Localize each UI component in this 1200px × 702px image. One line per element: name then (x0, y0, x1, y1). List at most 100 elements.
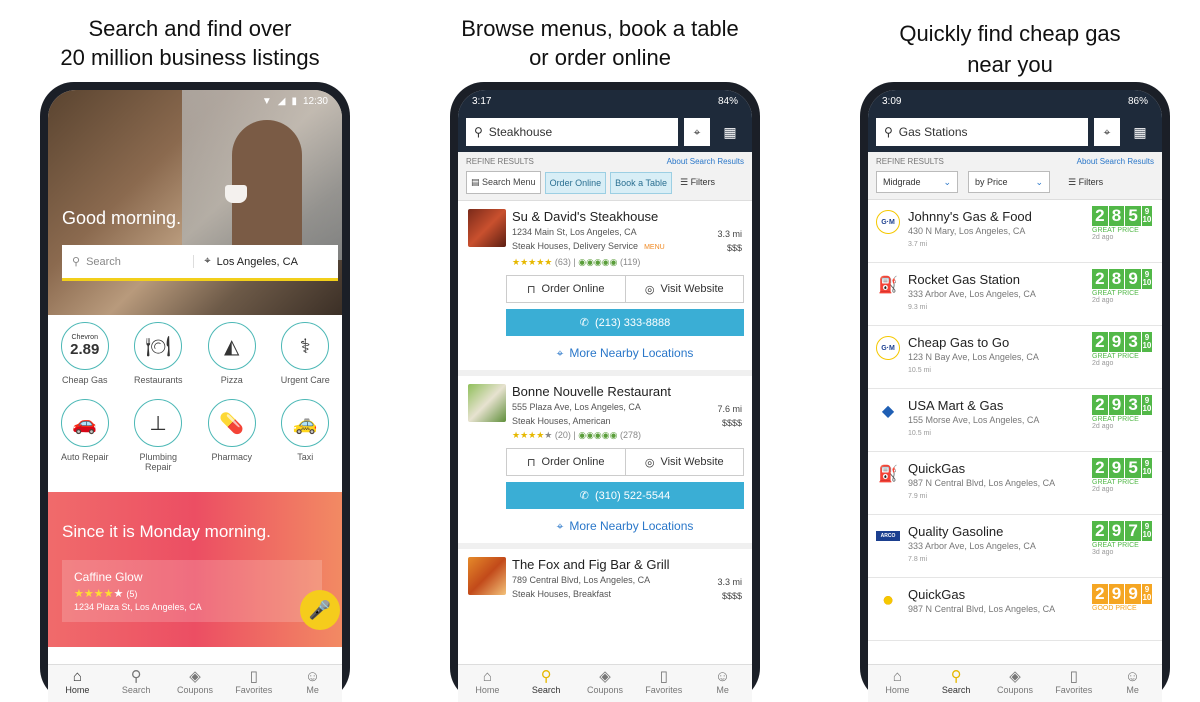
visit-website-button[interactable]: ◎ Visit Website (624, 276, 744, 302)
tab-favorites[interactable]: ▯ Favorites (1044, 665, 1103, 702)
tab-coupons[interactable]: ◈ Coupons (986, 665, 1045, 702)
tab-home[interactable]: ⌂ Home (458, 665, 517, 702)
filters-button[interactable]: ☰ Filters (1068, 177, 1103, 188)
coupon-icon: ◈ (599, 668, 611, 685)
listing[interactable]: The Fox and Fig Bar & Grill 789 Central … (458, 549, 752, 601)
filters-button[interactable]: ☰ Filters (680, 177, 715, 188)
price-digits: 2 9 5 9 10 (1092, 458, 1152, 478)
category-cheap-gas[interactable]: Chevron 2.89 Cheap Gas (48, 322, 122, 385)
clock: 3:17 (472, 95, 492, 107)
globe-icon: ◎ (644, 283, 655, 296)
phone-icon: ✆ (579, 317, 589, 329)
listing[interactable]: Su & David's Steakhouse 1234 Main St, Lo… (458, 201, 752, 376)
column-restaurants: Browse menus, book a table or order onli… (410, 0, 790, 702)
sort-select[interactable]: by Price ⌄ (968, 171, 1050, 193)
takeout-icon: ⊓ (526, 456, 536, 469)
coupon-icon: ◈ (1009, 668, 1021, 685)
headline-home: Search and find over 20 million business… (60, 16, 320, 70)
bookmark-icon: ▯ (1069, 668, 1078, 685)
search-header: ⚲ Steakhouse ⌖ ▦ (458, 112, 752, 152)
signal-icon: ◢ (277, 95, 286, 107)
chip-book-table[interactable]: Book a Table (610, 171, 672, 194)
about-results-link[interactable]: About Search Results (667, 157, 744, 166)
tab-coupons[interactable]: ◈ Coupons (576, 665, 635, 702)
column-gas: Quickly find cheap gas near you 3:09 86%… (820, 0, 1200, 702)
category-restaurants[interactable]: 🍽 Restaurants (122, 322, 196, 385)
category-urgent-care[interactable]: ⚕ Urgent Care (269, 322, 343, 385)
map-icon: ▦ (1133, 123, 1147, 140)
listing[interactable]: Bonne Nouvelle Restaurant 555 Plaza Ave,… (458, 376, 752, 549)
map-button[interactable]: ▦ (1126, 118, 1154, 146)
gas-station-row[interactable]: ARCO Quality Gasoline 333 Arbor Ave, Los A… (868, 515, 1162, 578)
price-digits: 2 9 7 9 10 (1092, 521, 1152, 541)
gas-station-row[interactable]: ⛽ QuickGas 987 N Central Blvd, Los Angeles… (868, 452, 1162, 515)
tripadvisor-icon: ◉◉◉◉◉ (578, 430, 618, 440)
gas-station-row[interactable]: G·M Cheap Gas to Go 123 N Bay Ave, Los Ang… (868, 326, 1162, 389)
tab-favorites[interactable]: ▯ Favorites (224, 665, 283, 702)
map-button[interactable]: ▦ (716, 118, 744, 146)
pill-icon: 💊 (219, 412, 245, 435)
column-home: Search and find over 20 million business… (0, 0, 380, 702)
tab-me[interactable]: ☺ Me (1103, 665, 1162, 702)
tab-favorites[interactable]: ▯ Favorites (634, 665, 693, 702)
rating-row: ★★★★★ (63) | ◉◉◉◉◉ (119) (512, 257, 641, 267)
order-online-button[interactable]: ⊓ Order Online (507, 276, 625, 302)
gas-station-row[interactable]: G·M Johnny's Gas & Food 430 N Mary, Los An… (868, 200, 1162, 263)
location-button[interactable]: ⌖ (1094, 118, 1120, 146)
tab-coupons[interactable]: ◈ Coupons (166, 665, 225, 702)
more-locations-link[interactable]: ⌖ More Nearby Locations (506, 509, 744, 543)
gas-pump-icon: ⛽ (878, 277, 898, 294)
chip-order-online[interactable]: Order Online (544, 171, 607, 194)
price-board: 2 8 9 9 10 GREAT PRICE 2d ago (1092, 269, 1152, 304)
search-input[interactable]: ⚲ Steakhouse (466, 118, 678, 146)
category-pizza[interactable]: ◭ Pizza (195, 322, 269, 385)
voice-search-button[interactable]: 🎤 (300, 590, 340, 630)
tab-search[interactable]: ⚲ Search (927, 665, 986, 702)
order-online-button[interactable]: ⊓ Order Online (507, 449, 625, 475)
category-auto-repair[interactable]: 🚗 Auto Repair (48, 399, 122, 472)
category-plumbing-repair[interactable]: ⊥ Plumbing Repair (122, 399, 196, 472)
category-pharmacy[interactable]: 💊 Pharmacy (195, 399, 269, 472)
bookmark-icon: ▯ (249, 668, 258, 685)
about-results-link[interactable]: About Search Results (1077, 157, 1154, 166)
headline-gas: Quickly find cheap gas near you (899, 21, 1121, 77)
gas-station-row[interactable]: ● QuickGas 987 N Central Blvd, Los Angeles… (868, 578, 1162, 641)
grade-select[interactable]: Midgrade ⌄ (876, 171, 958, 193)
tab-home[interactable]: ⌂ Home (868, 665, 927, 702)
person-icon: ☺ (714, 668, 731, 685)
gas-station-row[interactable]: ⛽ Rocket Gas Station 333 Arbor Ave, Los An… (868, 263, 1162, 326)
location-pin-icon: ⌖ (693, 124, 701, 139)
battery-icon: ▮ (291, 95, 297, 107)
tab-search[interactable]: ⚲ Search (107, 665, 166, 702)
search-results-screen: 3:17 84% ⚲ Steakhouse ⌖ ▦ REFINE RESULTS A… (458, 90, 752, 702)
listing-thumbnail (468, 557, 506, 595)
search-input[interactable]: ⚲ Gas Stations (876, 118, 1088, 146)
call-button[interactable]: ✆ (213) 333-8888 (506, 309, 744, 336)
price-digits: 2 8 9 9 10 (1092, 269, 1152, 289)
search-input[interactable]: ⚲ Search (62, 255, 193, 269)
category-grid: Chevron 2.89 Cheap Gas 🍽 Restaurants ◭ Pi… (48, 322, 342, 472)
tab-home[interactable]: ⌂ Home (48, 665, 107, 702)
sliders-icon: ☰ (679, 177, 689, 187)
promo-card[interactable]: Caffine Glow ★★★★★ (5) 1234 Plaza St, Lo… (62, 560, 322, 622)
category-taxi[interactable]: 🚕 Taxi (269, 399, 343, 472)
call-button[interactable]: ✆ (310) 522-5544 (506, 482, 744, 509)
location-pin-icon: ⌖ (556, 518, 564, 533)
phone-icon: ✆ (579, 490, 589, 502)
tab-me[interactable]: ☺ Me (283, 665, 342, 702)
chip-search-menu[interactable]: ▤ Search Menu (466, 171, 541, 194)
price-board: 2 8 5 9 10 GREAT PRICE 2d ago (1092, 206, 1152, 241)
gas-station-row[interactable]: ◆ USA Mart & Gas 155 Morse Ave, Los Angele… (868, 389, 1162, 452)
location-button[interactable]: ⌖ (684, 118, 710, 146)
tab-me[interactable]: ☺ Me (693, 665, 752, 702)
location-input[interactable]: ⌖ Los Angeles, CA (193, 255, 338, 268)
car-wrench-icon: 🚗 (72, 412, 98, 435)
home-screen: ▼ ◢ ▮ 12:30 Good morning. ⚲ Search ⌖ Los A… (48, 90, 342, 702)
more-locations-link[interactable]: ⌖ More Nearby Locations (506, 336, 744, 370)
gas-price: 2.89 (70, 341, 100, 358)
refine-results: REFINE RESULTS About Search Results ▤ Sea… (458, 152, 752, 201)
price-board: 2 9 7 9 10 GREAT PRICE 3d ago (1092, 521, 1152, 556)
visit-website-button[interactable]: ◎ Visit Website (624, 449, 744, 475)
coupon-icon: ◈ (189, 668, 201, 685)
tab-search[interactable]: ⚲ Search (517, 665, 576, 702)
